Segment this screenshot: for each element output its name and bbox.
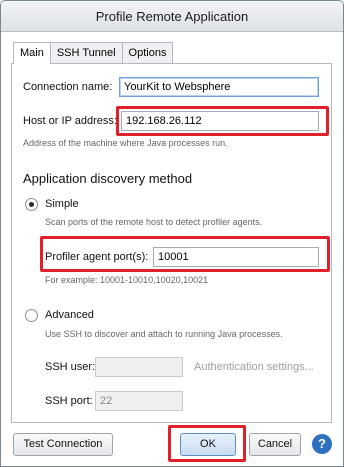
simple-hint: Scan ports of the remote host to detect … bbox=[45, 217, 263, 227]
agent-port-input[interactable]: 10001 bbox=[153, 247, 319, 267]
cancel-button[interactable]: Cancel bbox=[249, 433, 301, 456]
host-label: Host or IP address: bbox=[23, 115, 117, 127]
profile-remote-application-dialog: Profile Remote Application Main SSH Tunn… bbox=[0, 0, 344, 467]
ssh-port-label: SSH port: bbox=[45, 395, 93, 407]
connection-name-label: Connection name: bbox=[23, 81, 113, 93]
advanced-radio[interactable] bbox=[25, 309, 38, 322]
tab-ssh-tunnel[interactable]: SSH Tunnel bbox=[49, 42, 123, 63]
tab-options[interactable]: Options bbox=[121, 42, 174, 63]
help-icon[interactable]: ? bbox=[312, 434, 332, 454]
authentication-settings-link[interactable]: Authentication settings... bbox=[194, 361, 314, 373]
connection-name-input[interactable]: YourKit to Websphere bbox=[119, 77, 319, 97]
agent-port-hint: For example: 10001-10010,10020,10021 bbox=[45, 275, 209, 285]
window-title: Profile Remote Application bbox=[1, 1, 343, 32]
simple-label[interactable]: Simple bbox=[45, 198, 79, 210]
ssh-port-input[interactable]: 22 bbox=[95, 391, 183, 411]
ssh-user-label: SSH user: bbox=[45, 361, 96, 373]
ok-button[interactable]: OK bbox=[180, 433, 236, 456]
discovery-method-title: Application discovery method bbox=[23, 171, 193, 186]
advanced-hint: Use SSH to discover and attach to runnin… bbox=[45, 329, 283, 339]
advanced-label[interactable]: Advanced bbox=[45, 309, 94, 321]
tab-bar: Main SSH Tunnel Options bbox=[13, 42, 174, 64]
tab-main[interactable]: Main bbox=[13, 42, 51, 64]
agent-port-label: Profiler agent port(s): bbox=[45, 251, 149, 263]
ssh-user-input[interactable] bbox=[95, 357, 183, 377]
simple-radio[interactable] bbox=[25, 198, 38, 211]
host-input[interactable]: 192.168.26.112 bbox=[121, 111, 319, 131]
host-hint: Address of the machine where Java proces… bbox=[23, 138, 228, 148]
test-connection-button[interactable]: Test Connection bbox=[13, 433, 113, 456]
